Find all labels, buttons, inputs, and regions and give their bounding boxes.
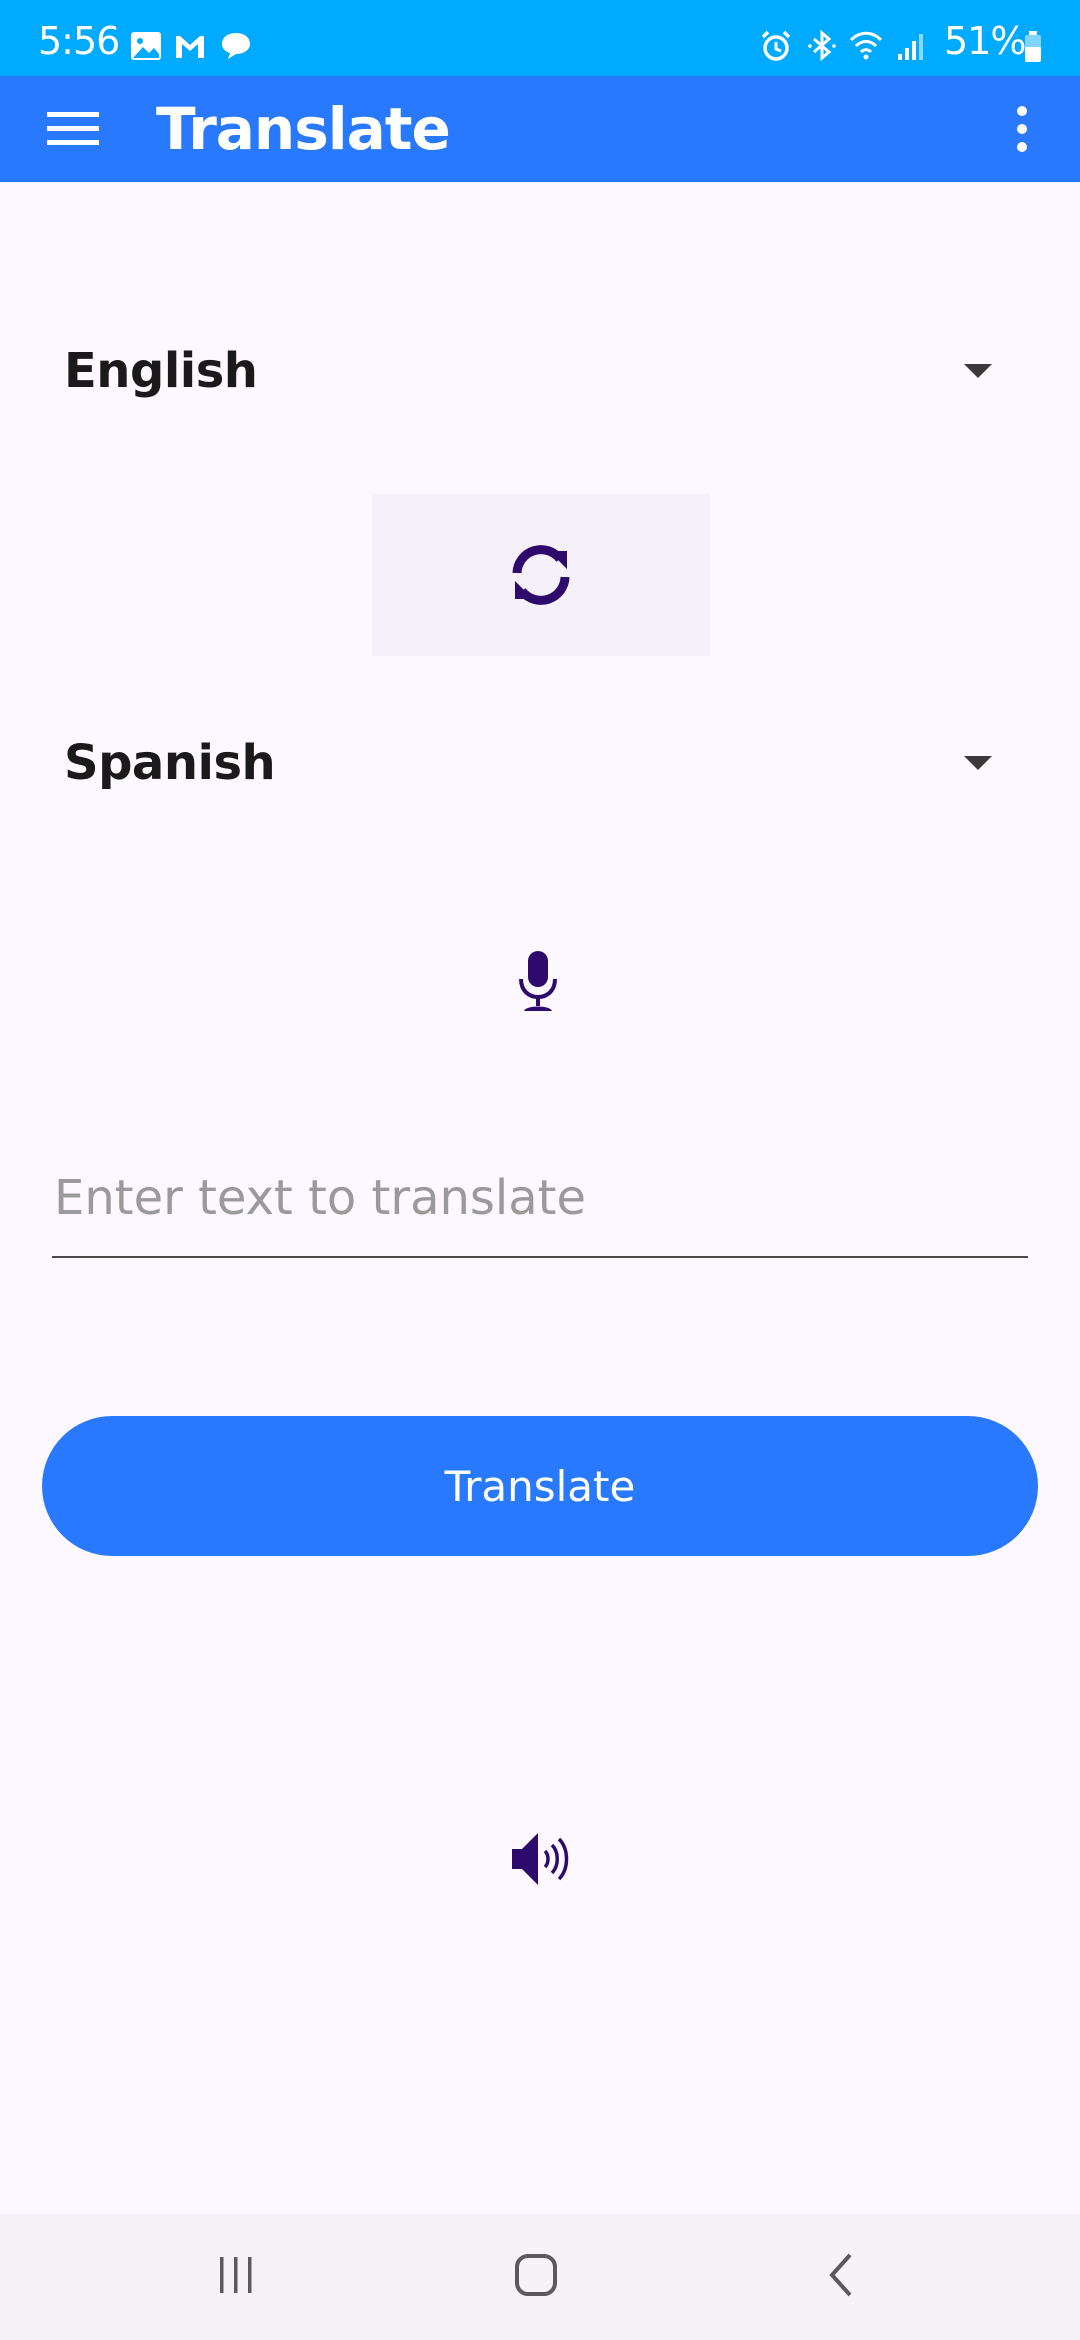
swap-icon: [512, 545, 570, 605]
chat-icon: [222, 33, 250, 59]
translate-text-input[interactable]: [52, 1140, 1028, 1258]
bluetooth-icon: [808, 29, 836, 62]
menu-button[interactable]: [38, 98, 108, 160]
app-bar: Translate: [0, 76, 1080, 182]
chevron-down-icon: [964, 364, 992, 378]
wifi-icon: [849, 31, 883, 60]
source-language-label: English: [64, 343, 258, 399]
target-language-dropdown[interactable]: Spanish: [60, 718, 1010, 808]
more-vert-icon: [1017, 106, 1027, 152]
microphone-icon: [519, 951, 557, 1011]
swap-languages-button[interactable]: [372, 494, 710, 656]
speak-output-button[interactable]: [502, 1826, 578, 1892]
menu-icon: [47, 112, 99, 145]
signal-icon: [898, 34, 923, 60]
recent-apps-button[interactable]: [196, 2242, 276, 2308]
battery-icon: [1025, 31, 1041, 62]
voice-input-button[interactable]: [500, 938, 576, 1024]
gmail-icon: [176, 36, 204, 58]
translate-button[interactable]: Translate: [42, 1416, 1038, 1556]
system-nav-bar: [0, 2214, 1080, 2340]
home-icon: [515, 2254, 557, 2296]
recent-apps-icon: [220, 2257, 252, 2293]
more-options-button[interactable]: [1000, 96, 1044, 162]
chevron-down-icon: [964, 756, 992, 770]
battery-percent: 51%: [944, 19, 1026, 63]
app-title: Translate: [156, 95, 451, 163]
status-bar: 5:56 51%: [0, 0, 1080, 76]
gallery-icon: [131, 32, 161, 60]
home-button[interactable]: [496, 2242, 576, 2308]
target-language-label: Spanish: [64, 735, 276, 791]
speaker-icon: [512, 1833, 569, 1885]
status-time: 5:56: [38, 19, 120, 63]
source-language-dropdown[interactable]: English: [60, 326, 1010, 416]
back-icon: [829, 2253, 852, 2297]
alarm-icon: [761, 30, 791, 61]
back-button[interactable]: [800, 2242, 880, 2308]
